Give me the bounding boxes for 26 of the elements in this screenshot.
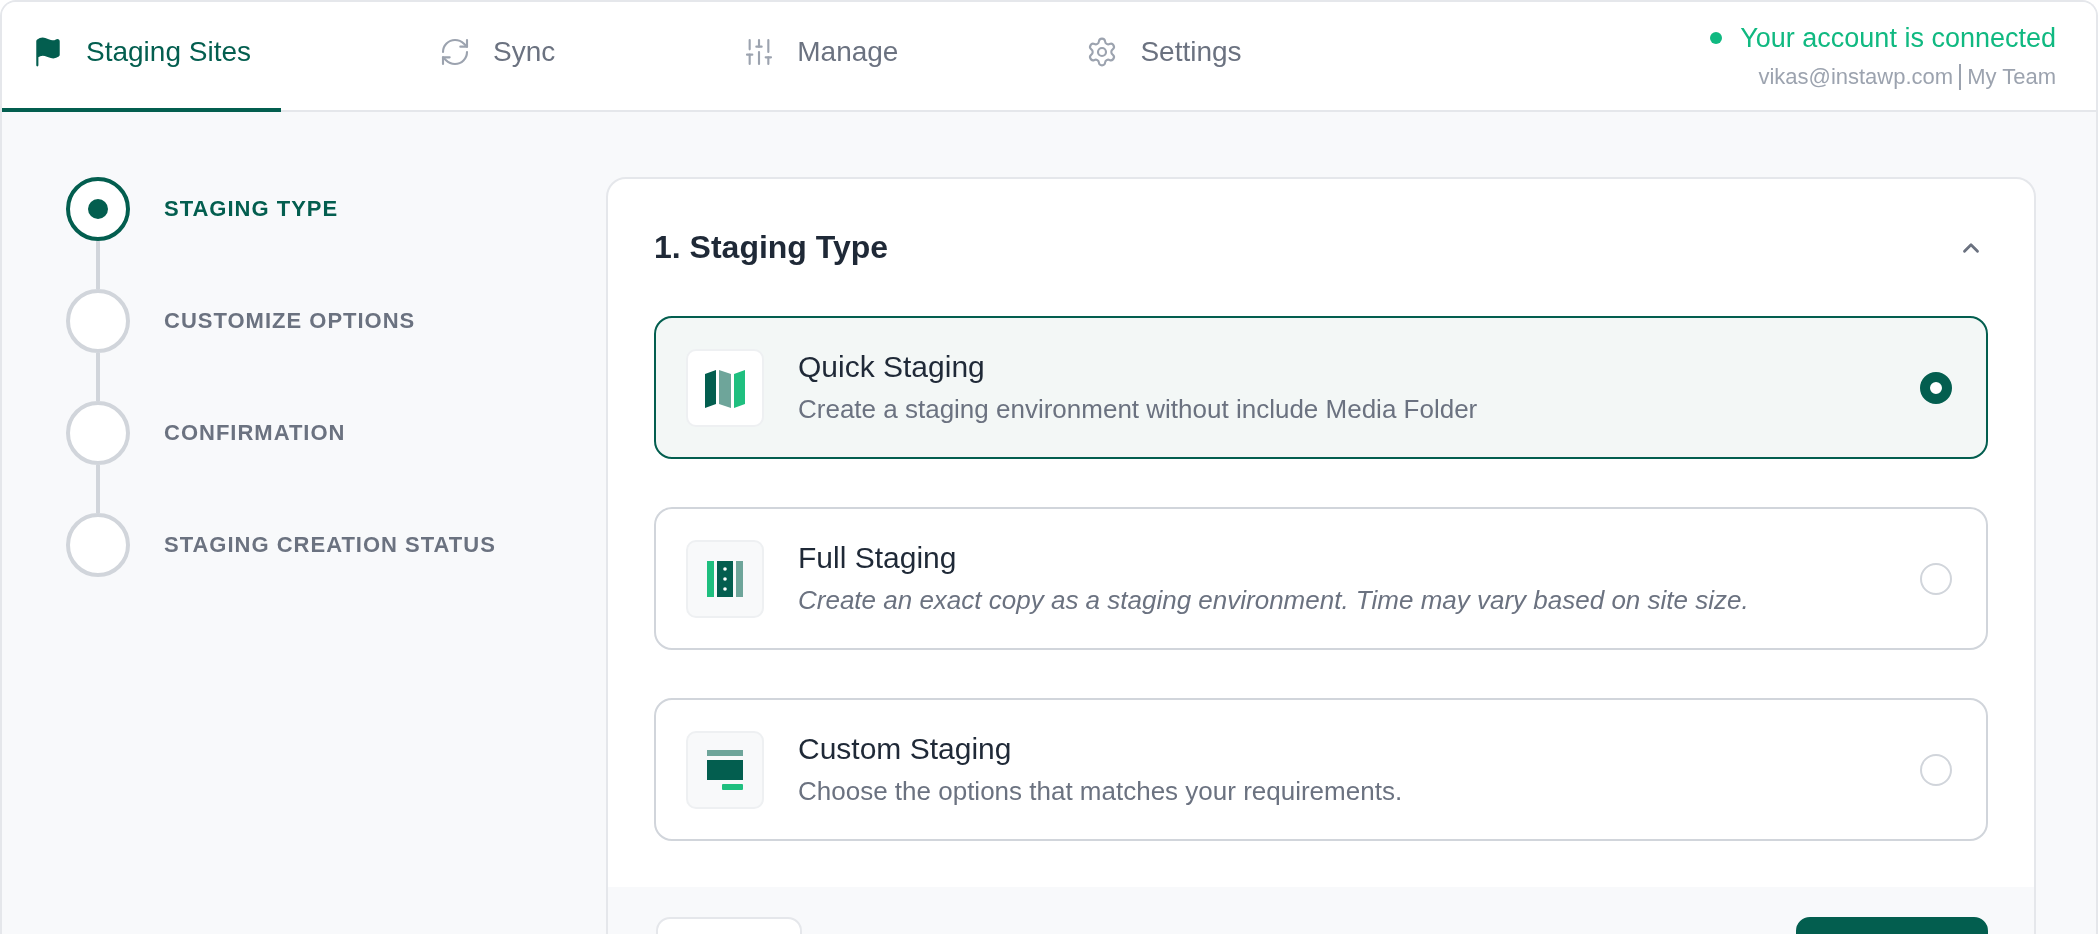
option-title: Full Staging bbox=[798, 541, 958, 575]
option-title: Quick Staging bbox=[798, 350, 986, 384]
card-title: 1. Staging Type bbox=[654, 229, 889, 266]
sync-icon bbox=[439, 36, 471, 68]
columns-icon bbox=[705, 558, 745, 599]
staging-option[interactable]: Custom Staging Choose the options that matches your requirements. bbox=[654, 698, 1988, 841]
layout-icon bbox=[706, 748, 744, 791]
staging-option[interactable]: Full Staging Create an exact copy as a staging environment. Time may vary based on site size. bbox=[654, 507, 1988, 650]
option-description: Choose the options that matches your requirements. bbox=[798, 776, 1404, 807]
staging-option[interactable]: Quick Staging Create a staging environment without include Media Folder bbox=[654, 316, 1988, 459]
nav-tab[interactable]: Sync bbox=[409, 2, 586, 112]
nav-tab[interactable]: Manage bbox=[713, 2, 929, 112]
option-title: Custom Staging bbox=[798, 732, 1013, 766]
nav-tab[interactable]: Staging Sites bbox=[2, 2, 281, 112]
account-email: vikas@instawp.com bbox=[1758, 63, 1954, 90]
option-description: Create a staging environment without include Media Folder bbox=[798, 394, 1479, 425]
option-description: Create an exact copy as a staging environment. Time may vary based on site size. bbox=[798, 585, 1750, 616]
step-label: CONFIRMATION bbox=[164, 419, 346, 447]
radio-button[interactable] bbox=[1920, 371, 1952, 404]
step-label: STAGING CREATION STATUS bbox=[164, 531, 496, 559]
step-label: STAGING TYPE bbox=[164, 195, 339, 223]
team-name: My Team bbox=[1959, 63, 2056, 90]
nav-tab[interactable]: Settings bbox=[1056, 2, 1272, 112]
map-icon bbox=[703, 367, 747, 408]
step-label: CUSTOMIZE OPTIONS bbox=[164, 307, 416, 335]
connection-status: Your account is connected bbox=[1740, 22, 2056, 54]
